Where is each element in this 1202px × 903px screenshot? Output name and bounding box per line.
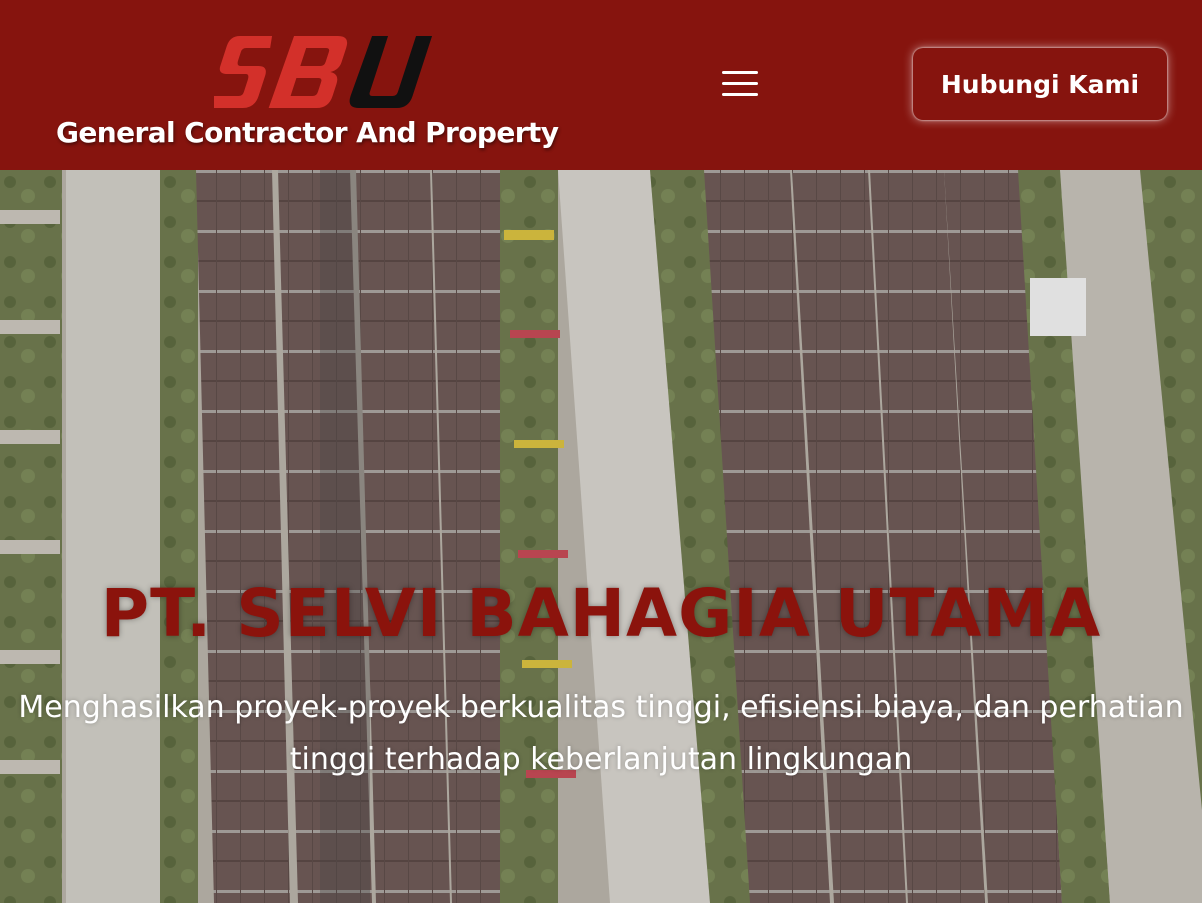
aerial-housing-photo <box>0 170 1202 903</box>
hero-title: PT. SELVI BAHAGIA UTAMA <box>100 575 1102 652</box>
hamburger-menu-icon[interactable] <box>714 64 766 104</box>
menu-bar <box>722 71 758 74</box>
hero-subtitle: Menghasilkan proyek-proyek berkualitas t… <box>18 690 1184 777</box>
contact-us-button[interactable]: Hubungi Kami <box>913 48 1167 120</box>
hero-banner: PT. SELVI BAHAGIA UTAMA Menghasilkan pro… <box>0 170 1202 903</box>
menu-bar <box>722 93 758 96</box>
company-tagline: General Contractor And Property <box>56 116 559 149</box>
site-header: General Contractor And Property Hubungi … <box>0 0 1202 170</box>
menu-bar <box>722 82 758 85</box>
sbu-logo[interactable] <box>214 30 444 114</box>
